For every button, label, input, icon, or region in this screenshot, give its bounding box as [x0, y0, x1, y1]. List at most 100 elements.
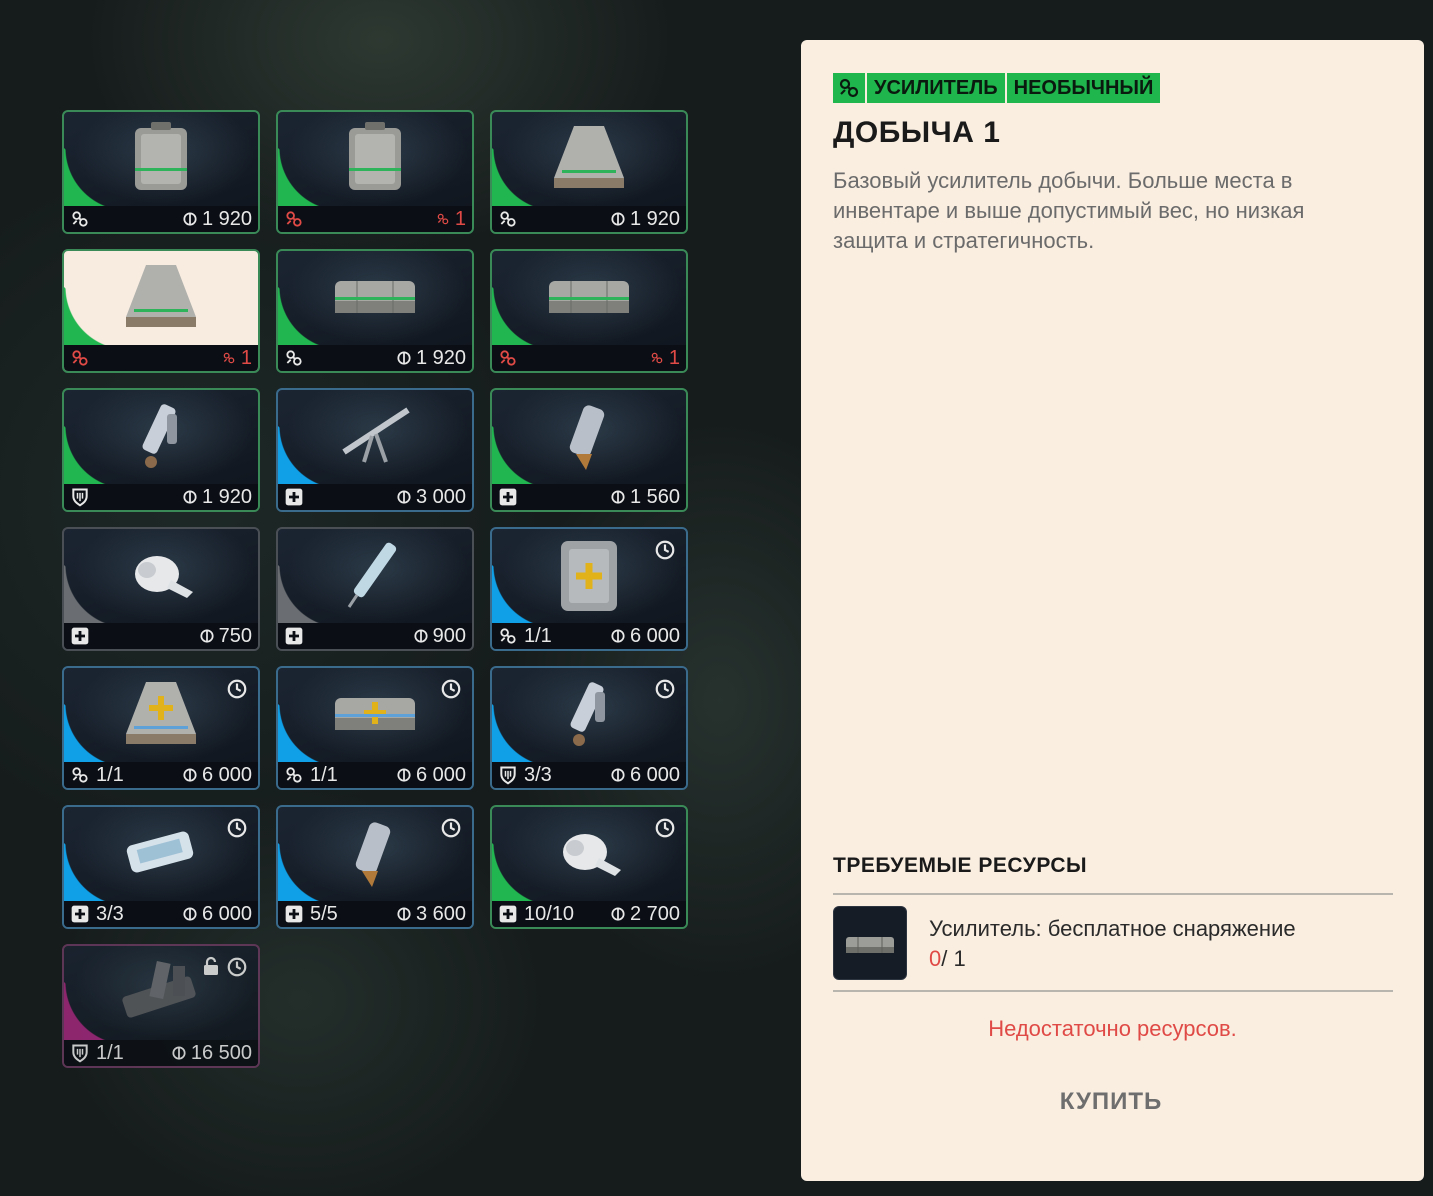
price-value: 3 000 — [415, 485, 466, 508]
insufficient-warning: Недостаточно ресурсов. — [988, 1016, 1237, 1041]
timer-icon — [655, 540, 675, 560]
item-card[interactable]: 1 920 — [490, 110, 688, 234]
item-card[interactable]: 1 — [490, 249, 688, 373]
card-footer-left — [70, 487, 90, 507]
card-footer: 1 — [492, 345, 686, 371]
item-card[interactable]: 3 000 — [276, 388, 474, 512]
item-card[interactable]: 1/1 6 000 — [490, 527, 688, 651]
item-thumbnail — [340, 813, 410, 897]
item-card[interactable]: 5/5 3 600 — [276, 805, 474, 929]
item-thumbnail — [335, 535, 415, 619]
item-card[interactable]: 10/10 2 700 — [490, 805, 688, 929]
item-thumbnail — [544, 120, 634, 200]
price-value: 6 000 — [201, 763, 252, 786]
item-thumbnail — [113, 952, 209, 1036]
currency-icon — [183, 768, 197, 782]
card-footer-left: 3/3 — [498, 764, 552, 787]
stock-count: 3/3 — [524, 763, 552, 786]
shield-icon — [70, 487, 90, 507]
augment-icon — [498, 348, 518, 368]
stock-count: 10/10 — [524, 902, 575, 925]
card-footer-left — [498, 209, 518, 229]
item-card[interactable]: 1/1 6 000 — [276, 666, 474, 790]
card-price: 6 000 — [183, 903, 252, 926]
item-card[interactable]: 750 — [62, 527, 260, 651]
medkit-icon — [498, 904, 518, 924]
status-icons — [654, 817, 676, 839]
item-card[interactable]: 900 — [276, 527, 474, 651]
price-value: 3 600 — [415, 902, 466, 925]
card-price: 6 000 — [183, 764, 252, 787]
card-price: 1 — [222, 347, 252, 370]
item-card[interactable]: 3/3 6 000 — [62, 805, 260, 929]
item-card[interactable]: 1 920 — [62, 110, 260, 234]
augment-icon — [498, 209, 518, 229]
item-card[interactable]: 1/1 6 000 — [62, 666, 260, 790]
card-price: 1 920 — [611, 208, 680, 231]
card-footer: 1/1 6 000 — [492, 623, 686, 649]
currency-icon — [611, 490, 625, 504]
card-footer-left — [498, 487, 518, 507]
rarity-corner — [492, 565, 556, 625]
card-price: 2 700 — [611, 903, 680, 926]
augment-icon — [650, 351, 664, 365]
item-thumbnail — [327, 267, 423, 331]
rarity-corner — [492, 843, 556, 903]
item-card[interactable]: 1 — [62, 249, 260, 373]
card-price: 16 500 — [172, 1042, 252, 1065]
rarity-corner — [278, 565, 342, 625]
rarity-corner — [492, 704, 556, 764]
card-price: 750 — [200, 625, 252, 648]
item-thumbnail — [335, 118, 415, 202]
item-card[interactable]: 3/3 6 000 — [490, 666, 688, 790]
item-card[interactable]: 1 — [276, 110, 474, 234]
item-card[interactable]: 1 920 — [62, 388, 260, 512]
price-value: 1 — [668, 346, 680, 369]
currency-icon — [183, 212, 197, 226]
card-price: 6 000 — [611, 764, 680, 787]
item-thumbnail — [549, 533, 629, 621]
card-footer-left — [284, 487, 304, 507]
buy-button[interactable]: КУПИТЬ — [1001, 1080, 1221, 1124]
card-price: 1 — [650, 347, 680, 370]
currency-icon — [397, 351, 411, 365]
price-value: 6 000 — [415, 763, 466, 786]
card-footer-left — [70, 348, 90, 368]
currency-icon — [200, 629, 214, 643]
price-value: 1 920 — [201, 207, 252, 230]
item-thumbnail — [116, 259, 206, 339]
item-description: Базовый усилитель добычи. Больше места в… — [833, 168, 1305, 253]
item-card[interactable]: 1 560 — [490, 388, 688, 512]
medkit-icon — [70, 626, 90, 646]
stock-count: 5/5 — [310, 902, 338, 925]
status-icons — [226, 678, 248, 700]
currency-icon — [414, 629, 428, 643]
item-card[interactable]: 1/1 16 500 — [62, 944, 260, 1068]
card-footer-left — [70, 626, 90, 646]
medkit-icon — [284, 904, 304, 924]
card-footer-left — [284, 626, 304, 646]
augment-icon — [70, 348, 90, 368]
stock-count: 1/1 — [524, 624, 552, 647]
item-thumbnail — [116, 676, 206, 756]
stock-count: 1/1 — [96, 1041, 124, 1064]
currency-icon — [611, 212, 625, 226]
card-footer: 1 920 — [492, 206, 686, 232]
card-footer: 1 — [64, 345, 258, 371]
detail-panel: УСИЛИТЕЛЬ НЕОБЫЧНЫЙ ДОБЫЧА 1 Базовый уси… — [801, 40, 1424, 1181]
item-card[interactable]: 1 920 — [276, 249, 474, 373]
augment-icon — [284, 209, 304, 229]
shield-icon — [70, 1043, 90, 1063]
card-price: 1 920 — [397, 347, 466, 370]
card-footer: 1/1 16 500 — [64, 1040, 258, 1066]
card-footer: 900 — [278, 623, 472, 649]
medkit-icon — [70, 904, 90, 924]
price-value: 6 000 — [629, 763, 680, 786]
status-icons — [202, 956, 248, 978]
currency-icon — [183, 490, 197, 504]
shield-icon — [498, 765, 518, 785]
price-value: 1 — [240, 346, 252, 369]
item-thumbnail — [121, 118, 201, 202]
card-price: 1 560 — [611, 486, 680, 509]
card-footer: 3/3 6 000 — [492, 762, 686, 788]
